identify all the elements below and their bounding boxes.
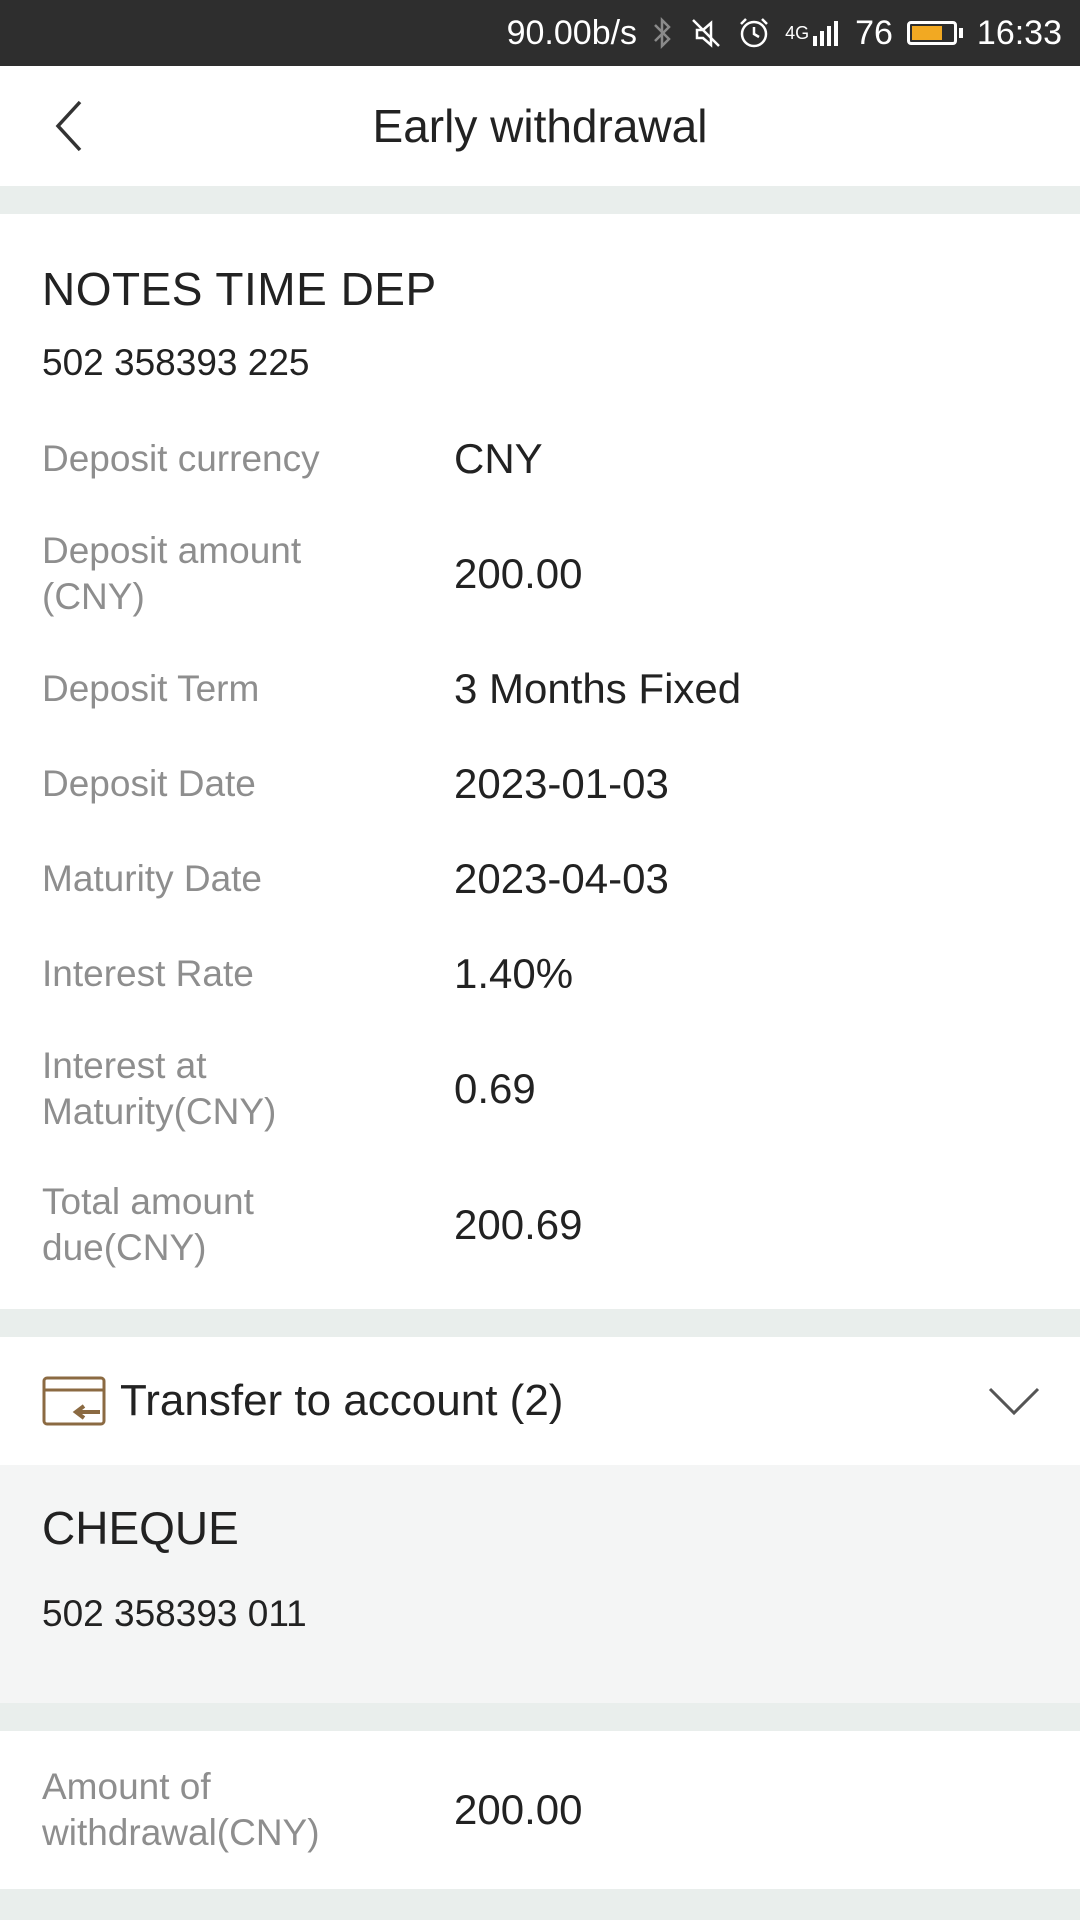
deposit-account-number: 502 358393 225 [42,342,310,383]
detail-value: 2023-01-03 [454,759,669,807]
battery-icon [906,21,963,45]
detail-row-currency: Deposit currency CNY [42,412,1038,506]
detail-row-total-due: Total amount due(CNY) 200.69 [42,1157,1038,1293]
detail-value: 3 Months Fixed [454,665,742,712]
detail-row-maturity-date: Maturity Date 2023-04-03 [42,831,1038,926]
network-speed: 90.00b/s [506,13,638,52]
withdrawal-label: Amount of withdrawal(CNY) [42,1766,320,1853]
clock: 16:33 [976,13,1062,52]
withdrawal-amount-row: Amount of withdrawal(CNY) 200.00 [0,1731,1080,1889]
detail-label: Deposit Date [42,762,256,804]
detail-row-deposit-date: Deposit Date 2023-01-03 [42,736,1038,831]
detail-row-term: Deposit Term 3 Months Fixed [42,642,1038,736]
detail-value: 200.00 [454,550,583,597]
nav-bar: Early withdrawal [0,66,1080,186]
back-button[interactable] [40,98,96,154]
network-type: 4G [785,22,810,43]
detail-label: Deposit currency [42,438,320,479]
mute-icon [689,16,723,50]
detail-value: 0.69 [454,1065,536,1112]
transfer-title: Transfer to account (2) [120,1376,564,1425]
detail-row-interest-rate: Interest Rate 1.40% [42,926,1038,1021]
battery-percent: 76 [855,13,893,52]
deposit-card: NOTES TIME DEP 502 358393 225 Deposit cu… [0,214,1080,1309]
transfer-account-name: CHEQUE [42,1502,239,1554]
page-title: Early withdrawal [372,100,708,152]
detail-value: CNY [454,435,543,482]
detail-label: Deposit Term [42,668,260,709]
bluetooth-icon [651,15,675,51]
transfer-account-number: 502 358393 011 [42,1593,307,1634]
back-chevron-icon [55,100,82,152]
detail-label: Total amount due(CNY) [42,1181,254,1268]
detail-row-amount: Deposit amount (CNY) 200.00 [42,506,1038,642]
withdrawal-row: Amount of withdrawal(CNY) 200.00 [42,1764,582,1856]
detail-row-interest-maturity: Interest at Maturity(CNY) 0.69 [42,1021,1038,1157]
selected-transfer-account[interactable]: CHEQUE 502 358393 011 [0,1465,1080,1703]
detail-value: 2023-04-03 [454,854,669,902]
detail-label: Interest at Maturity(CNY) [42,1045,277,1132]
section-divider [0,1309,1080,1337]
detail-label: Interest Rate [42,952,254,994]
alarm-icon [737,16,771,50]
detail-label: Deposit amount (CNY) [42,530,302,617]
transfer-account-selector[interactable]: Transfer to account (2) [0,1337,1080,1465]
detail-label: Maturity Date [42,857,263,899]
section-divider [0,186,1080,214]
card-transfer-icon [42,1376,106,1426]
signal-icon: 4G [785,18,841,48]
withdrawal-value: 200.00 [454,1786,583,1833]
detail-value: 1.40% [454,949,574,997]
detail-value: 200.69 [454,1201,583,1248]
status-bar: 90.00b/s 4G 76 16:33 [0,0,1080,66]
section-divider [0,1703,1080,1731]
chevron-down-icon[interactable] [986,1381,1042,1421]
deposit-account-name: NOTES TIME DEP [42,263,437,315]
